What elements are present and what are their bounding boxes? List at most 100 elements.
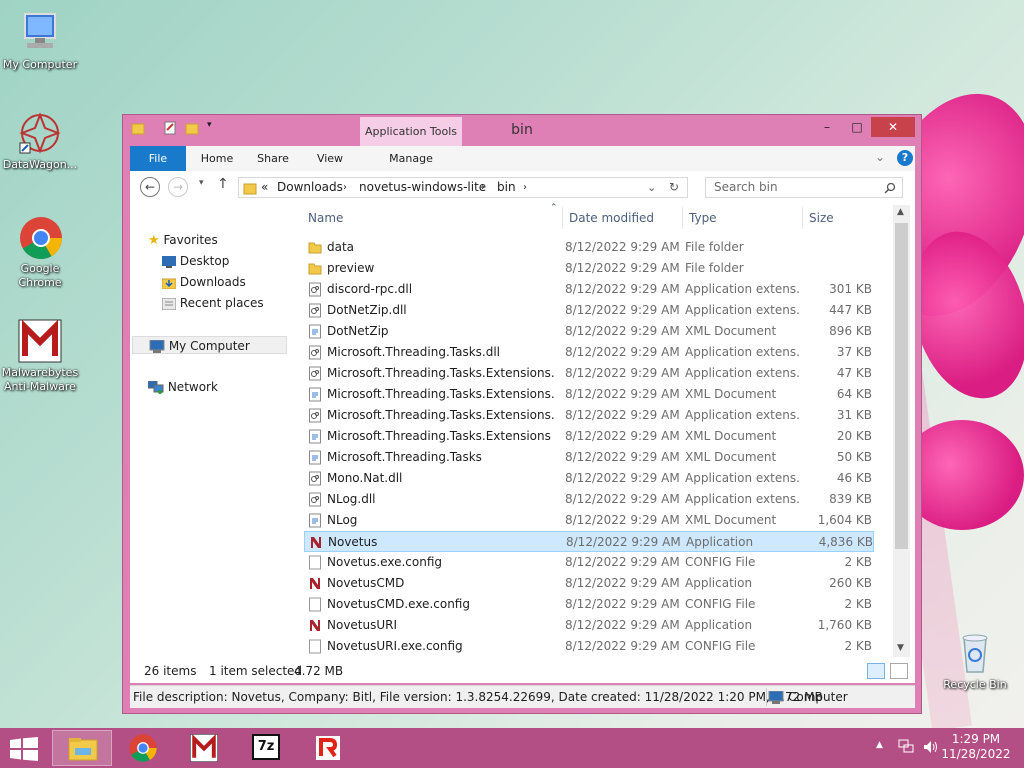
file-row[interactable]: Mono.Nat.dll 8/12/2022 9:29 AM Application…: [304, 468, 874, 489]
chrome-icon: [129, 734, 157, 762]
taskbar-malwarebytes[interactable]: [176, 730, 236, 766]
show-hidden-icons[interactable]: ▲: [876, 740, 883, 750]
address-overflow[interactable]: «: [261, 178, 268, 197]
tab-manage[interactable]: Manage: [360, 146, 462, 171]
column-divider[interactable]: [682, 207, 683, 229]
column-header-name[interactable]: Name: [308, 205, 558, 231]
minimize-button[interactable]: –: [815, 117, 839, 137]
nav-recent-places[interactable]: Recent places: [162, 294, 264, 312]
file-name: DotNetZip: [327, 324, 389, 338]
search-input[interactable]: Search bin: [705, 177, 903, 198]
vertical-scrollbar[interactable]: ▲ ▼: [893, 205, 910, 657]
windows-start-icon[interactable]: [10, 737, 38, 761]
file-type: File folder: [685, 240, 744, 254]
scroll-up-icon[interactable]: ▲: [897, 207, 904, 217]
forward-button[interactable]: →: [168, 177, 188, 197]
file-row[interactable]: Microsoft.Threading.Tasks 8/12/2022 9:29 …: [304, 447, 874, 468]
clock-date: 11/28/2022: [941, 747, 1011, 761]
desktop-icon-recycle-bin[interactable]: Recycle Bin: [935, 630, 1015, 692]
xml-file-icon: [308, 429, 322, 444]
column-divider[interactable]: [562, 207, 563, 229]
file-row[interactable]: NLog.dll 8/12/2022 9:29 AM Application ext…: [304, 489, 874, 510]
taskbar-roblox[interactable]: [300, 730, 360, 766]
file-row[interactable]: NLog 8/12/2022 9:29 AM XML Document 1,604 K…: [304, 510, 874, 531]
tab-view[interactable]: View: [305, 146, 355, 171]
column-divider[interactable]: [802, 207, 803, 229]
address-dropdown-icon[interactable]: ⌄: [647, 178, 656, 197]
recent-locations-icon[interactable]: ▾: [199, 178, 204, 188]
file-row[interactable]: preview 8/12/2022 9:29 AM File folder: [304, 258, 874, 279]
file-row[interactable]: Microsoft.Threading.Tasks.dll 8/12/2022 9…: [304, 342, 874, 363]
file-row[interactable]: Novetus.exe.config 8/12/2022 9:29 AM CONFI…: [304, 552, 874, 573]
column-header-type[interactable]: Type: [689, 205, 799, 231]
file-row[interactable]: Microsoft.Threading.Tasks.Extensions.De.…: [304, 384, 874, 405]
details-view-icon[interactable]: [867, 663, 885, 679]
file-row[interactable]: DotNetZip.dll 8/12/2022 9:29 AM Applicatio…: [304, 300, 874, 321]
desktop-icon-label: Malwarebytes Anti-Malware: [1, 366, 79, 393]
large-icons-view-icon[interactable]: [890, 663, 908, 679]
file-row[interactable]: NovetusURI 8/12/2022 9:29 AM Application 1,…: [304, 615, 874, 636]
system-clock[interactable]: 1:29 PM 11/28/2022: [936, 732, 1016, 762]
content-area: ★ Favorites Desktop Downloads Recent pla…: [130, 203, 915, 683]
address-bar[interactable]: « Downloads › novetus-windows-lite › bin…: [238, 177, 688, 198]
scroll-down-icon[interactable]: ▼: [897, 643, 904, 653]
file-row[interactable]: NovetusCMD.exe.config 8/12/2022 9:29 AM CO…: [304, 594, 874, 615]
column-header-date[interactable]: Date modified: [569, 205, 679, 231]
desktop-icon-malwarebytes[interactable]: Malwarebytes Anti-Malware: [0, 318, 80, 394]
nav-downloads[interactable]: Downloads: [162, 273, 246, 291]
file-row[interactable]: Novetus 8/12/2022 9:29 AM Application 4,836…: [304, 531, 874, 552]
desktop-icon-datawagon[interactable]: DataWagon...: [0, 110, 80, 172]
breadcrumb-bin[interactable]: bin: [497, 178, 516, 197]
tab-home[interactable]: Home: [192, 146, 242, 171]
scrollbar-thumb[interactable]: [895, 223, 908, 549]
downloads-folder-icon: [162, 278, 176, 289]
taskbar-file-explorer[interactable]: [52, 730, 112, 766]
close-button[interactable]: ✕: [871, 117, 915, 137]
blank-file-icon: [308, 597, 322, 612]
file-row[interactable]: Microsoft.Threading.Tasks.Extensions.De.…: [304, 363, 874, 384]
desktop-icon-label: Google Chrome: [18, 262, 62, 289]
file-date: 8/12/2022 9:29 AM: [565, 408, 680, 422]
file-row[interactable]: DotNetZip 8/12/2022 9:29 AM XML Document 89…: [304, 321, 874, 342]
tab-share[interactable]: Share: [248, 146, 298, 171]
desktop-icon-my-computer[interactable]: My Computer: [0, 10, 80, 72]
file-row[interactable]: Microsoft.Threading.Tasks.Extensions 8/12…: [304, 426, 874, 447]
help-icon[interactable]: ?: [897, 150, 913, 166]
network-tray-icon[interactable]: [898, 739, 914, 755]
file-row[interactable]: Microsoft.Threading.Tasks.Extensions.dll…: [304, 405, 874, 426]
file-name: Microsoft.Threading.Tasks.Extensions: [327, 429, 551, 443]
taskbar-chrome[interactable]: [114, 730, 174, 766]
file-row[interactable]: NovetusCMD 8/12/2022 9:29 AM Application 26…: [304, 573, 874, 594]
title-bar[interactable]: ▾ Application Tools bin – □ ✕: [123, 115, 921, 147]
nav-my-computer[interactable]: My Computer: [132, 336, 287, 354]
file-row[interactable]: discord-rpc.dll 8/12/2022 9:29 AM Applicat…: [304, 279, 874, 300]
file-row[interactable]: data 8/12/2022 9:29 AM File folder: [304, 237, 874, 258]
file-row[interactable]: NovetusURI.exe.config 8/12/2022 9:29 AM CO…: [304, 636, 874, 657]
refresh-icon[interactable]: ↻: [669, 178, 679, 197]
network-icon: [148, 381, 164, 394]
chevron-right-icon[interactable]: ›: [523, 178, 527, 197]
file-type: XML Document: [685, 513, 777, 527]
maximize-button[interactable]: □: [845, 117, 869, 137]
file-type: Application: [685, 576, 753, 590]
chevron-right-icon[interactable]: ›: [343, 178, 347, 197]
back-button[interactable]: ←: [140, 177, 160, 197]
chevron-right-icon[interactable]: ›: [481, 178, 485, 197]
taskbar-7zip[interactable]: 7z: [238, 730, 298, 766]
up-button[interactable]: ↑: [217, 176, 229, 192]
breadcrumb-downloads[interactable]: Downloads: [277, 178, 343, 197]
file-type: CONFIG File: [685, 555, 756, 569]
clock-time: 1:29 PM: [951, 732, 1001, 746]
breadcrumb-novetus-windows-lite[interactable]: novetus-windows-lite: [359, 178, 486, 197]
ribbon-expand-icon[interactable]: ⌄: [875, 150, 885, 164]
desktop-icon-google-chrome[interactable]: Google Chrome: [0, 214, 80, 290]
file-name: preview: [327, 261, 375, 275]
nav-network[interactable]: Network: [148, 378, 218, 396]
folder-icon: [243, 183, 257, 195]
nav-favorites[interactable]: ★ Favorites: [148, 231, 218, 249]
nav-desktop[interactable]: Desktop: [162, 252, 229, 270]
column-header-size[interactable]: Size: [809, 205, 869, 231]
file-date: 8/12/2022 9:29 AM: [565, 513, 680, 527]
selection-size: 4.72 MB: [294, 664, 344, 678]
tab-file[interactable]: File: [130, 146, 186, 171]
